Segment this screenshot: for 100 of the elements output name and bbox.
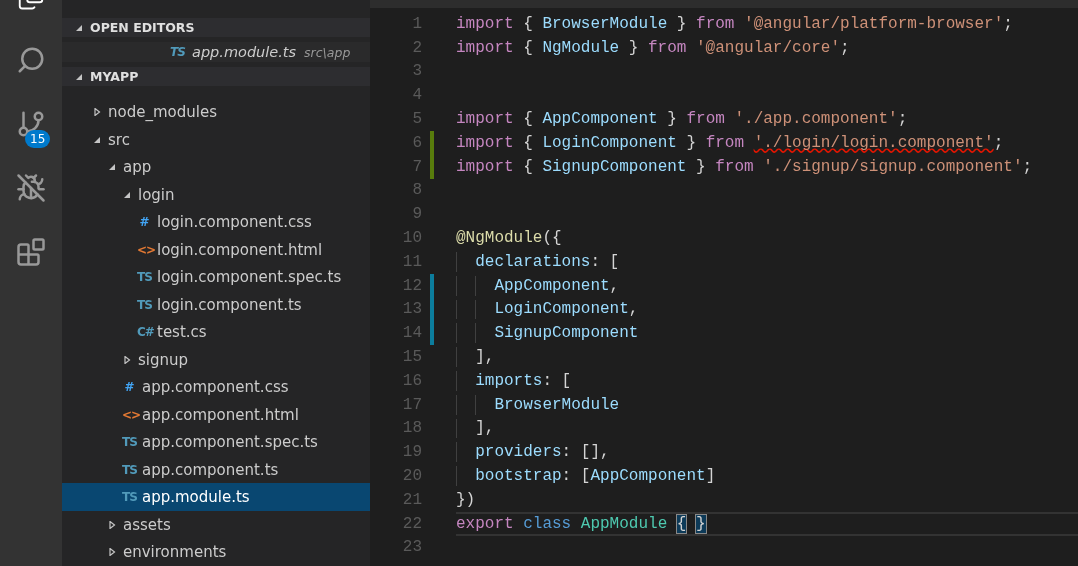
ts-file-icon: TS [122,435,136,450]
code-token: { [523,157,533,176]
line-number: 20 [401,467,422,486]
code-token: BrowserModule [542,14,668,33]
collapsed-caret-icon[interactable] [123,355,131,364]
file-item[interactable]: TS app.module.ts [62,483,370,511]
code-token: , [609,276,620,295]
code-token: class [523,514,572,533]
search-icon[interactable] [16,45,46,75]
line-number: 21 [401,490,422,509]
line-number: 6 [411,133,422,152]
code-token: ({ [542,229,562,248]
file-item[interactable]: C# test.cs [62,318,370,346]
code-token: export [456,514,514,533]
code-token: BrowserModule [494,395,620,414]
folder-item[interactable]: environments [62,538,370,566]
section-header[interactable]: MYAPP [62,67,370,87]
code-token: [ [561,371,572,390]
css-file-icon: # [122,380,136,395]
code-token: , [628,300,639,319]
file-item[interactable]: TS app.component.spec.ts [62,428,370,456]
code-token: [], [580,443,610,462]
code-token: import [456,38,514,57]
code-token: ; [840,38,850,57]
code-token: bootstrap [475,467,562,486]
folder-item[interactable]: login [62,181,370,209]
code-token: { [676,514,687,533]
code-token: from [705,133,745,152]
section-header[interactable]: OPEN EDITORS [62,18,370,38]
code-token: ], [475,348,495,367]
css-file-icon: # [137,215,151,230]
expanded-caret-icon[interactable] [93,135,101,144]
folder-item[interactable]: signup [62,346,370,374]
folder-item[interactable]: app [62,153,370,181]
expanded-caret-icon[interactable] [75,72,83,81]
code-token: } [676,14,687,33]
file-item[interactable]: TS login.component.spec.ts [62,263,370,291]
error-code-token: './login/login.component' [753,133,994,152]
line-number: 8 [411,181,422,200]
code-token: './signup/signup.component' [763,157,1023,176]
code-token: LoginComponent [542,133,677,152]
ts-file-icon: TS [122,490,136,505]
line-number: 10 [401,229,422,248]
line-number: 9 [411,205,422,224]
code-token: AppModule [580,514,668,533]
code-token: imports [475,371,543,390]
debug-icon[interactable] [16,173,46,203]
code-token: } [628,38,639,57]
code-token: SignupComponent [494,324,639,343]
code-token: providers [475,443,562,462]
folder-item[interactable]: node_modules [62,98,370,126]
file-item[interactable]: # app.component.css [62,373,370,401]
line-number: 7 [411,157,422,176]
code-token: } [686,133,697,152]
line-number: 17 [401,395,422,414]
code-token: from [686,110,725,129]
code-token: @NgModule [456,229,543,248]
code-token: from [715,157,754,176]
line-number: 23 [401,538,422,557]
file-item[interactable]: TS login.component.ts [62,291,370,319]
code-token: { [523,14,533,33]
folder-item[interactable]: src [62,126,370,154]
collapsed-caret-icon[interactable] [108,548,116,557]
expanded-caret-icon[interactable] [123,190,131,199]
open-editor-item[interactable]: TS app.module.ts src\app [62,42,370,63]
line-number: 12 [401,276,422,295]
line-number: 14 [401,324,422,343]
code-token: ; [897,110,908,129]
file-item[interactable]: <>login.component.html [62,236,370,264]
line-number: 18 [401,419,422,438]
expanded-caret-icon[interactable] [108,163,116,172]
code-token: } [696,157,706,176]
expanded-caret-icon[interactable] [75,23,83,32]
code-token: '@angular/core' [696,38,841,57]
file-item[interactable]: <>app.component.html [62,401,370,429]
collapsed-caret-icon[interactable] [93,108,101,117]
line-number: 5 [411,110,422,129]
code-token: import [456,110,514,129]
code-token: AppComponent [590,467,706,486]
collapsed-caret-icon[interactable] [108,520,116,529]
line-number: 13 [401,300,422,319]
line-number: 4 [411,86,422,105]
code-token: : [542,371,552,390]
line-number: 1 [411,14,422,33]
code-token: [ [580,467,591,486]
code-token: './app.component' [734,110,898,129]
line-number: 3 [411,62,422,81]
code-token: import [456,157,514,176]
ts-file-icon: TS [137,270,151,285]
code-token: NgModule [542,38,620,57]
folder-item[interactable]: assets [62,511,370,539]
code-token: ; [993,133,1004,152]
file-item[interactable]: TS app.component.ts [62,456,370,484]
code-token: } [696,514,706,533]
line-number: 16 [401,371,422,390]
line-number: 2 [411,38,422,57]
file-item[interactable]: # login.component.css [62,208,370,236]
code-token: from [648,38,687,57]
code-token: SignupComponent [542,157,687,176]
extensions-icon[interactable] [16,237,46,267]
